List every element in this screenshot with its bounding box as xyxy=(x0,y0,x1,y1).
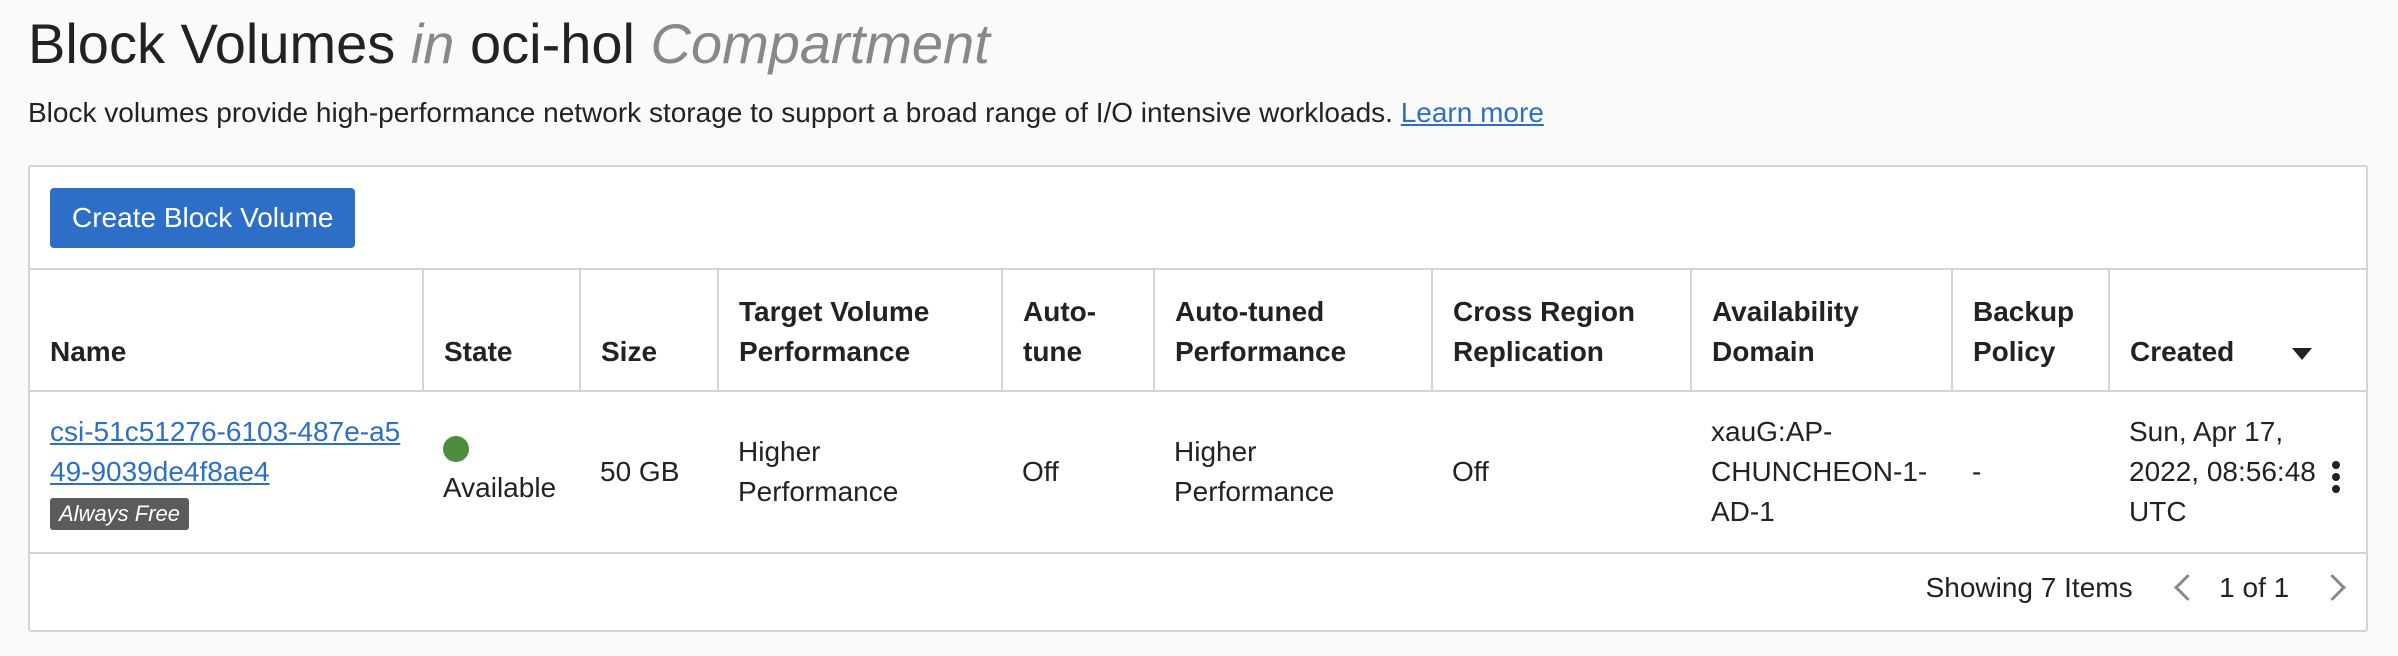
description-text: Block volumes provide high-performance n… xyxy=(28,97,1393,128)
page-title: Block Volumes in oci-hol Compartment xyxy=(28,8,990,80)
title-in: in xyxy=(410,12,455,75)
title-main: Block Volumes xyxy=(28,12,396,75)
column-header-backup-policy[interactable]: Backup Policy xyxy=(1952,268,2110,391)
cell-target-volume-performance: Higher Performance xyxy=(718,390,1002,554)
create-block-volume-button[interactable]: Create Block Volume xyxy=(50,188,356,248)
column-header-target-volume-performance[interactable]: Target Volume Performance xyxy=(718,268,1003,391)
page-indicator: 1 of 1 xyxy=(2219,571,2290,603)
sort-descending-icon[interactable] xyxy=(2292,347,2313,360)
column-header-availability-domain[interactable]: Availability Domain xyxy=(1691,268,1953,391)
table-row: csi-51c51276-6103-487e-a549-9039de4f8ae4… xyxy=(30,390,2366,554)
showing-items-text: Showing 7 Items xyxy=(1925,571,2133,603)
volumes-panel: Create Block Volume Name State Size Targ… xyxy=(28,165,2368,632)
always-free-badge: Always Free xyxy=(50,498,190,530)
volumes-table: Name State Size Target Volume Performance… xyxy=(30,268,2366,554)
column-header-size[interactable]: Size xyxy=(580,268,719,391)
previous-page-icon[interactable] xyxy=(2174,574,2202,602)
cell-name: csi-51c51276-6103-487e-a549-9039de4f8ae4… xyxy=(30,390,423,554)
title-compartment-name: oci-hol xyxy=(470,12,635,75)
column-header-state[interactable]: State xyxy=(423,268,581,391)
cell-created: Sun, Apr 17, 2022, 08:56:48 UTC xyxy=(2109,390,2366,554)
row-actions-menu-icon[interactable] xyxy=(2332,457,2340,497)
table-footer: Showing 7 Items 1 of 1 xyxy=(1926,566,2366,606)
cell-auto-tune: Off xyxy=(1002,390,1154,554)
next-page-icon[interactable] xyxy=(2319,574,2346,602)
title-compartment-word: Compartment xyxy=(650,12,990,75)
column-header-cross-region-replication[interactable]: Cross Region Replication xyxy=(1432,268,1692,391)
column-header-name[interactable]: Name xyxy=(30,268,424,391)
cell-auto-tuned-performance: Higher Performance xyxy=(1154,390,1432,554)
cell-backup-policy: - xyxy=(1952,390,2109,554)
column-header-created[interactable]: Created xyxy=(2109,268,2366,391)
page-description: Block volumes provide high-performance n… xyxy=(28,95,1544,131)
column-header-auto-tune[interactable]: Auto-tune xyxy=(1002,268,1155,391)
learn-more-link[interactable]: Learn more xyxy=(1401,97,1544,128)
column-header-auto-tuned-performance[interactable]: Auto-tuned Performance xyxy=(1154,268,1433,391)
status-available-icon xyxy=(443,436,469,462)
cell-state: Available xyxy=(423,390,580,554)
cell-cross-region-replication: Off xyxy=(1432,390,1691,554)
cell-availability-domain: xauG:AP-CHUNCHEON-1-AD-1 xyxy=(1691,390,1952,554)
cell-size: 50 GB xyxy=(580,390,718,554)
state-text: Available xyxy=(443,472,557,503)
table-header-row: Name State Size Target Volume Performance… xyxy=(30,268,2366,391)
volume-name-link[interactable]: csi-51c51276-6103-487e-a549-9039de4f8ae4 xyxy=(50,412,403,492)
